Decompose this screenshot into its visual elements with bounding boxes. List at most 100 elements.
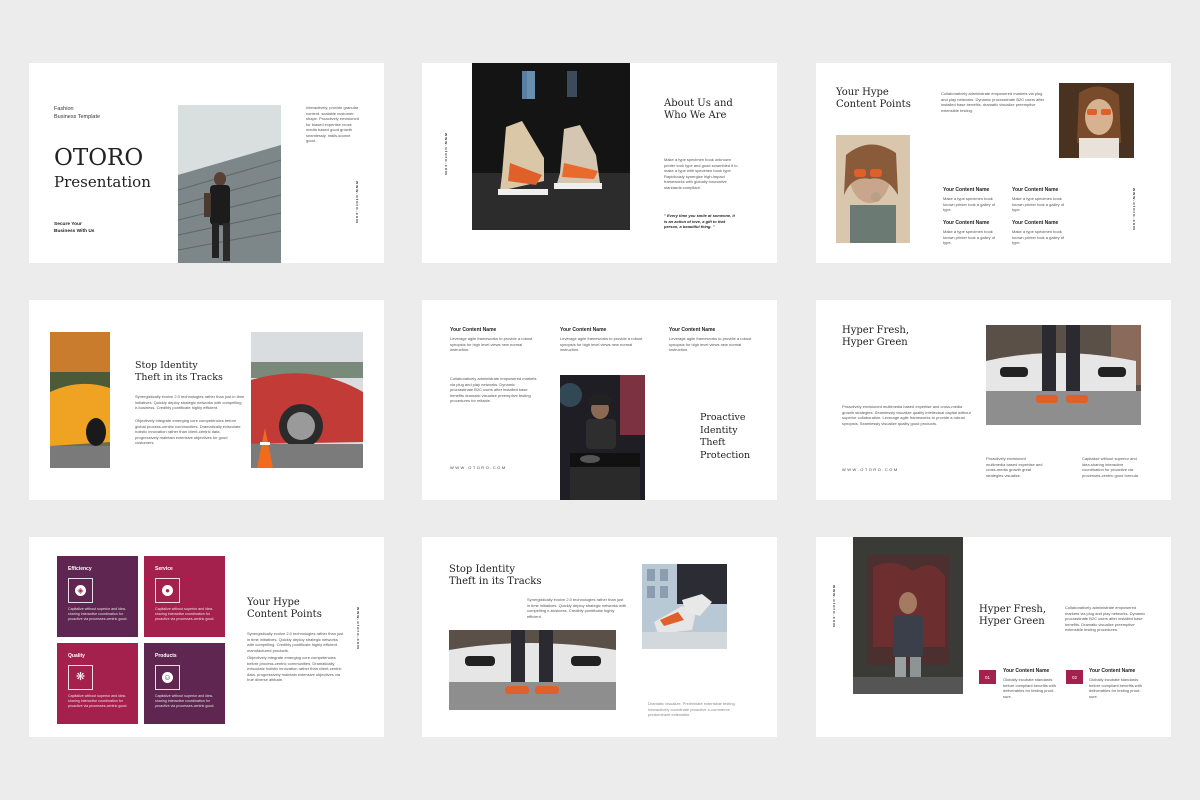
cover-subtitle-line2: Business Template bbox=[54, 114, 101, 120]
proactive-item-3-heading: Your Content Name bbox=[669, 327, 716, 333]
fresh-photo-car-sneakers bbox=[986, 325, 1141, 425]
card-service-title: Service bbox=[155, 566, 173, 572]
hype-item-1-text: Make a type specimen book known printer … bbox=[943, 196, 996, 212]
hype-body-text: Collaboratively administrate empowered m… bbox=[941, 91, 1045, 113]
fresh2-title-line2: Hyper Green bbox=[979, 616, 1045, 627]
hype-item-4-heading: Your Content Name bbox=[1012, 220, 1059, 226]
slide-1-cover[interactable]: Fashion Business Template OTORO Presenta… bbox=[29, 63, 384, 263]
slide-8-stop-identity-2[interactable]: Stop Identity Theft in its Tracks Synerg… bbox=[422, 537, 777, 737]
slide-5-proactive[interactable]: Your Content Name Leverage agile framewo… bbox=[422, 300, 777, 500]
proactive-body-text: Collaboratively administrate empowered m… bbox=[450, 376, 537, 403]
card-quality-title: Quality bbox=[68, 653, 85, 659]
slide-2-about[interactable]: www.otoro.com About Us and Who We Are Ma… bbox=[422, 63, 777, 263]
card-quality-text: Capitalize without superior and idea-sha… bbox=[68, 694, 128, 708]
cover-photo-man-building bbox=[178, 105, 281, 263]
stop2-title-line2: Theft in its Tracks bbox=[449, 576, 542, 587]
tag-icon: ◈ bbox=[68, 578, 93, 603]
fresh2-item-1-heading: Your Content Name bbox=[1003, 668, 1050, 674]
stop-body-text-2: Objectively integrate emerging core comp… bbox=[135, 418, 241, 445]
proactive-item-3-text: Leverage agile frameworks to provide a r… bbox=[669, 336, 752, 352]
cards-website-vertical[interactable]: www.otoro.com bbox=[356, 607, 361, 650]
stop2-body-text: Synergistically evolve 2.0 technologies … bbox=[527, 597, 627, 619]
fresh2-item-2-text: Globally incubate standards before compl… bbox=[1089, 677, 1142, 699]
proactive-item-2-heading: Your Content Name bbox=[560, 327, 607, 333]
card-efficiency[interactable]: Efficiency ◈ Capitalize without superior… bbox=[57, 556, 138, 637]
proactive-title-line1: Proactive bbox=[700, 412, 746, 423]
proactive-title-line3: Theft bbox=[700, 437, 726, 448]
fresh2-item-2-number: 02 bbox=[1066, 670, 1083, 684]
card-products-text: Capitalize without superior and idea-sha… bbox=[155, 694, 215, 708]
cards-body-text-2: Objectively integrate emerging core comp… bbox=[247, 655, 342, 682]
fresh2-item-1-number: 01 bbox=[979, 670, 996, 684]
cover-subtitle-line1: Fashion bbox=[54, 106, 74, 112]
hype-photo-woman-closeup bbox=[1059, 83, 1134, 158]
about-body-text: Make a type specimen book unknown printe… bbox=[664, 157, 738, 190]
fresh-website[interactable]: WWW.OTORO.COM bbox=[842, 467, 899, 472]
hype-item-3-text: Make a type specimen book known printer … bbox=[943, 229, 996, 245]
proactive-website[interactable]: WWW.OTORO.COM bbox=[450, 465, 507, 470]
cards-body-text-1: Synergistically evolve 2.0 technologies … bbox=[247, 631, 344, 653]
about-title-line2: Who We Are bbox=[664, 110, 727, 121]
about-website-vertical[interactable]: www.otoro.com bbox=[444, 133, 449, 176]
slide-6-hyper-fresh[interactable]: Hyper Fresh, Hyper Green Proactively env… bbox=[816, 300, 1171, 500]
stop-title-line2: Theft in its Tracks bbox=[135, 371, 223, 383]
card-efficiency-title: Efficiency bbox=[68, 566, 92, 572]
fresh2-item-2-heading: Your Content Name bbox=[1089, 668, 1136, 674]
card-products-title: Products bbox=[155, 653, 177, 659]
proactive-title-line4: Protection bbox=[700, 449, 751, 461]
hype-website-vertical[interactable]: www.otoro.com bbox=[1132, 188, 1137, 231]
slide-4-stop-identity[interactable]: Stop Identity Theft in its Tracks Synerg… bbox=[29, 300, 384, 500]
about-photo-sneakers bbox=[472, 63, 630, 230]
fresh-title-line1: Hyper Fresh, bbox=[842, 325, 910, 336]
fresh-title-line2: Hyper Green bbox=[842, 337, 908, 348]
cover-title: OTORO bbox=[54, 145, 144, 171]
fresh2-photo-man-graffiti bbox=[853, 537, 963, 694]
hype-photo-woman-sunglasses bbox=[836, 135, 910, 243]
cards-title-line2: Content Points bbox=[247, 609, 322, 620]
cover-tagline-line1: Secure Your bbox=[54, 222, 82, 227]
fresh2-title-line1: Hyper Fresh, bbox=[979, 604, 1047, 615]
card-efficiency-text: Capitalize without superior and idea-sha… bbox=[68, 607, 128, 621]
sparkle-icon: ❋ bbox=[68, 665, 93, 690]
fresh2-item-1-text: Globally incubate standards before compl… bbox=[1003, 677, 1056, 699]
stop2-footer-text: Dramatic visualize. Preliminate extensib… bbox=[648, 701, 736, 717]
stop-title-line1: Stop Identity bbox=[135, 360, 198, 371]
hype-item-3-heading: Your Content Name bbox=[943, 220, 990, 226]
stop2-photo-sneaker-legs bbox=[642, 564, 727, 649]
about-quote: " Every time you smile at someone, it is… bbox=[664, 213, 735, 229]
proactive-item-1-heading: Your Content Name bbox=[450, 327, 497, 333]
card-quality[interactable]: Quality ❋ Capitalize without superior an… bbox=[57, 643, 138, 724]
card-service-text: Capitalize without superior and idea-sha… bbox=[155, 607, 215, 621]
stop2-photo-car-sneakers bbox=[449, 630, 616, 710]
fresh-column-1-text: Proactively envisioned multimedia based … bbox=[986, 456, 1043, 478]
hype-item-1-heading: Your Content Name bbox=[943, 187, 990, 193]
cover-website-vertical[interactable]: www.otoro.com bbox=[355, 181, 360, 224]
card-products[interactable]: Products ☺ Capitalize without superior a… bbox=[144, 643, 225, 724]
proactive-photo-dj bbox=[560, 375, 645, 500]
slide-3-hype-points[interactable]: Your Hype Content Points Collaboratively… bbox=[816, 63, 1171, 263]
stop-photo-red-car bbox=[251, 332, 363, 468]
proactive-item-2-text: Leverage agile frameworks to provide a r… bbox=[560, 336, 643, 352]
fresh-body-text: Proactively envisioned multimedia based … bbox=[842, 404, 971, 426]
hype-title-line1: Your Hype bbox=[836, 87, 889, 98]
slide-7-cards[interactable]: Efficiency ◈ Capitalize without superior… bbox=[29, 537, 384, 737]
hype-item-2-heading: Your Content Name bbox=[1012, 187, 1059, 193]
card-service[interactable]: Service ● Capitalize without superior an… bbox=[144, 556, 225, 637]
disc-icon: ● bbox=[155, 578, 180, 603]
about-title-line1: About Us and bbox=[664, 98, 733, 109]
stop-photo-yellow-car bbox=[50, 332, 110, 468]
proactive-item-1-text: Leverage agile frameworks to provide a r… bbox=[450, 336, 533, 352]
proactive-title-line2: Identity bbox=[700, 424, 738, 436]
stop2-title-line1: Stop Identity bbox=[449, 564, 516, 575]
cover-body-text: Interactively, provide granular content.… bbox=[306, 105, 359, 143]
hype-item-2-text: Make a type specimen book known printer … bbox=[1012, 196, 1065, 212]
stop-body-text-1: Synergistically evolve 2.0 technologies … bbox=[135, 394, 245, 410]
hype-item-4-text: Make a type specimen book known printer … bbox=[1012, 229, 1065, 245]
hype-title-line2: Content Points bbox=[836, 99, 911, 110]
fresh2-website-vertical[interactable]: www.otoro.com bbox=[832, 585, 837, 628]
cards-title-line1: Your Hype bbox=[247, 597, 300, 608]
slide-9-hyper-fresh-2[interactable]: www.otoro.com Hyper Fresh, Hyper Green C… bbox=[816, 537, 1171, 737]
fresh-column-2-text: Capitalize without superior and idea-sha… bbox=[1082, 456, 1139, 478]
smiley-icon: ☺ bbox=[155, 665, 180, 690]
cover-title-presentation: Presentation bbox=[54, 173, 151, 191]
